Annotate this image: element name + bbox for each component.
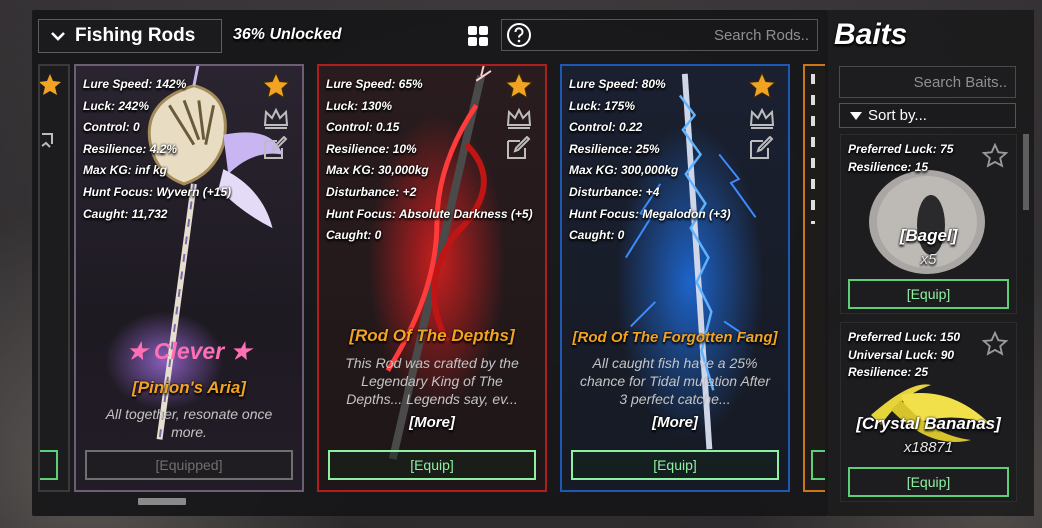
rod-name: [Rod Of The Depths] (349, 326, 515, 345)
bait-name: [Bagel] (899, 226, 958, 245)
stat-max-kg: Max KG: inf kg (83, 163, 168, 178)
stat-resilience: Resilience: 25 (848, 365, 929, 379)
dropdown-triangle-icon (850, 111, 862, 120)
baits-scrollbar[interactable] (1023, 134, 1029, 210)
stat-caught: Caught: 11,732 (83, 206, 168, 221)
stat-resilience: Resilience: 25% (569, 141, 660, 156)
bait-quantity: x5 (920, 251, 937, 268)
search-rods-input[interactable]: Search Rods.. (501, 19, 818, 51)
stat-hunt-focus: Hunt Focus: Wyvern (+15) (83, 184, 232, 199)
rod-card-pinions-aria[interactable]: Lure Speed: 142% Luck: 242% Control: 0 R… (74, 64, 304, 492)
rod-description: All caught fish have a 25% chance for Ti… (580, 355, 771, 407)
stat-lure-speed: Lure Speed: 80% (569, 77, 666, 91)
bait-card-crystal-bananas[interactable]: Preferred Luck: 150 Universal Luck: 90 R… (840, 322, 1017, 502)
stat-universal-luck: Universal Luck: 90 (848, 347, 955, 362)
rod-stats: Lure Speed: 142% Luck: 242% Control: 0 R… (83, 74, 231, 225)
stat-hunt-focus: Hunt Focus: Absolute Darkness (+5) (326, 206, 533, 221)
search-rods-placeholder: Search Rods.. (713, 27, 809, 44)
stat-max-kg: Max KG: 300,000kg (569, 163, 679, 178)
rod-stats: Lure Speed: 80% Luck: 175% Control: 0.22… (569, 74, 731, 247)
favorite-star-icon[interactable] (505, 72, 533, 100)
rod-action-icons (748, 72, 782, 166)
partial-stats (811, 74, 815, 224)
partial-icons (40, 74, 61, 148)
equipped-button[interactable]: [Equipped] (85, 450, 293, 480)
edit-icon[interactable] (262, 136, 290, 160)
sort-label: Sort by... (868, 107, 927, 124)
chevron-down-icon (51, 32, 65, 41)
stat-hunt-focus: Hunt Focus: Megalodon (+3) (569, 206, 731, 221)
stat-max-kg: Max KG: 30,000kg (326, 163, 429, 178)
stat-preferred-luck: Preferred Luck: 150 (848, 330, 961, 344)
partial-equip-button[interactable] (40, 450, 58, 480)
stat-luck: Luck: 130% (326, 98, 393, 113)
stat-luck: Luck: 242% (83, 98, 150, 113)
search-baits-input[interactable]: Search Baits.. (839, 66, 1016, 98)
help-icon[interactable] (506, 22, 532, 48)
rods-scrollbar[interactable] (138, 498, 186, 505)
crown-icon[interactable] (505, 106, 533, 130)
equip-button[interactable]: [Equip] (571, 450, 779, 480)
stat-lure-speed: Lure Speed: 142% (83, 77, 187, 91)
baits-title: Baits (834, 18, 908, 51)
stat-disturbance: Disturbance: +2 (326, 184, 417, 199)
category-dropdown[interactable]: Fishing Rods (38, 19, 222, 53)
stat-disturbance: Disturbance: +4 (569, 184, 660, 199)
stat-caught: Caught: 0 (569, 228, 625, 243)
bait-stats: Preferred Luck: 75 Resilience: 15 (848, 141, 953, 176)
rod-action-icons (262, 72, 296, 166)
bait-star-icon[interactable] (982, 331, 1008, 357)
stat-resilience: Resilience: 4.2% (83, 141, 178, 156)
partial-equip-button[interactable] (811, 450, 825, 480)
stat-resilience: Resilience: 10% (326, 141, 417, 156)
edit-icon[interactable] (505, 136, 533, 160)
rod-mutation: ★ Clever ★ (126, 338, 252, 364)
stat-caught: Caught: 0 (326, 228, 382, 243)
equip-button[interactable]: [Equip] (328, 450, 536, 480)
stat-resilience: Resilience: 15 (848, 159, 929, 174)
crown-icon[interactable] (262, 106, 290, 130)
rod-card-partial-left[interactable] (38, 64, 70, 492)
more-link[interactable]: [More] (319, 414, 545, 431)
edit-icon[interactable] (748, 136, 776, 160)
rod-stats: Lure Speed: 65% Luck: 130% Control: 0.15… (326, 74, 533, 247)
favorite-star-icon[interactable] (748, 72, 776, 100)
rod-description: This Rod was crafted by the Legendary Ki… (345, 355, 519, 407)
sort-dropdown[interactable]: Sort by... (839, 103, 1016, 128)
search-baits-placeholder: Search Baits.. (913, 74, 1007, 91)
stat-preferred-luck: Preferred Luck: 75 (848, 142, 954, 156)
category-label: Fishing Rods (75, 25, 196, 46)
stat-lure-speed: Lure Speed: 65% (326, 77, 423, 91)
crown-icon[interactable] (748, 106, 776, 130)
stat-control: Control: 0.15 (326, 120, 400, 135)
rod-name: [Pinion's Aria] (132, 378, 246, 397)
stat-luck: Luck: 175% (569, 98, 636, 113)
bait-equip-button[interactable]: [Equip] (848, 279, 1009, 309)
rod-card-partial-right[interactable] (803, 64, 825, 492)
bait-stats: Preferred Luck: 150 Universal Luck: 90 R… (848, 329, 960, 382)
rod-name: [Rod Of The Forgotten Fang] (572, 329, 778, 346)
grid-view-icon[interactable] (466, 24, 490, 48)
bait-equip-button[interactable]: [Equip] (848, 467, 1009, 497)
rod-card-rod-of-the-depths[interactable]: Lure Speed: 65% Luck: 130% Control: 0.15… (317, 64, 547, 492)
rod-action-icons (505, 72, 539, 166)
bait-card-bagel[interactable]: Preferred Luck: 75 Resilience: 15 [Bagel… (840, 134, 1017, 314)
rod-description: All together, resonate once more. (105, 406, 273, 440)
bait-star-icon[interactable] (982, 143, 1008, 169)
bait-quantity: x18871 (903, 439, 954, 456)
unlocked-percentage: 36% Unlocked (233, 26, 342, 43)
stat-control: Control: 0.22 (569, 120, 643, 135)
stat-control: Control: 0 (83, 120, 140, 135)
bait-name: [Crystal Bananas] (856, 414, 1001, 433)
more-link[interactable]: [More] (562, 414, 788, 431)
favorite-star-icon[interactable] (262, 72, 290, 100)
rod-card-forgotten-fang[interactable]: Lure Speed: 80% Luck: 175% Control: 0.22… (560, 64, 790, 492)
